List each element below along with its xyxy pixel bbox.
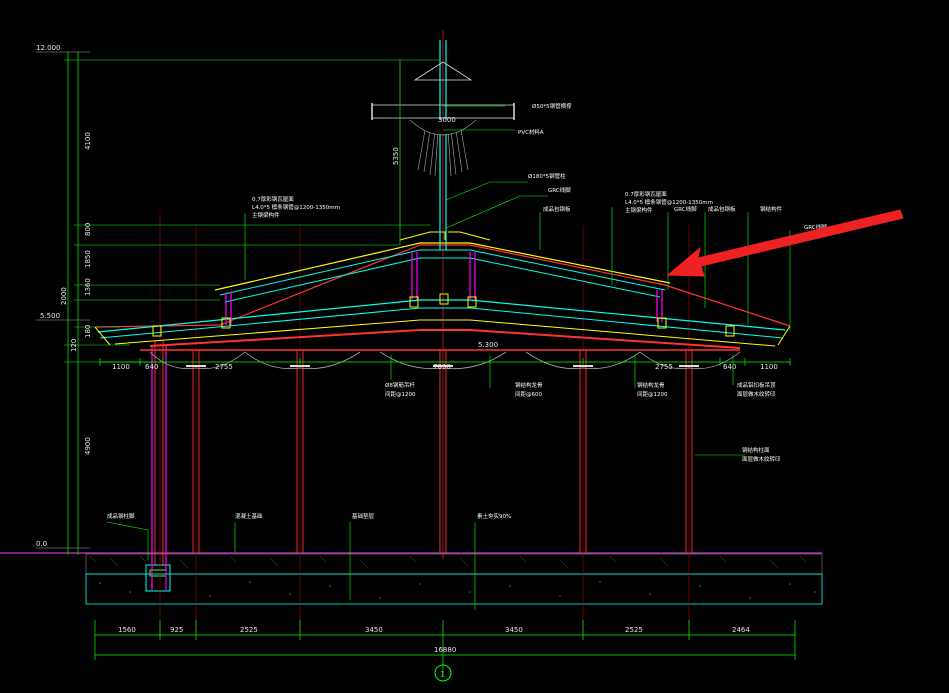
level-ceiling: 5.300 xyxy=(478,341,498,349)
svg-text:Ø50*5钢管横撑: Ø50*5钢管横撑 xyxy=(532,102,572,110)
svg-text:3000: 3000 xyxy=(438,116,456,124)
svg-text:主钢梁构件: 主钢梁构件 xyxy=(625,206,653,214)
svg-text:1100: 1100 xyxy=(112,363,130,371)
level-eave: 5.500 xyxy=(40,312,60,320)
svg-text:120: 120 xyxy=(70,339,78,352)
svg-text:4100: 4100 xyxy=(84,132,92,150)
svg-text:基础垫层: 基础垫层 xyxy=(352,512,375,520)
roof-structure xyxy=(94,231,791,351)
svg-text:Ø8钢筋吊杆: Ø8钢筋吊杆 xyxy=(385,381,415,389)
svg-text:钢结构件: 钢结构件 xyxy=(760,205,783,213)
level-top: 12.000 xyxy=(36,44,61,52)
bottom-dim-row: 1560 925 2525 3450 3450 2525 2464 16880 xyxy=(94,620,796,675)
central-mast xyxy=(371,30,515,560)
svg-text:混凝土基础: 混凝土基础 xyxy=(235,512,263,520)
level-markers: 12.000 5.500 5.300 0.0 xyxy=(36,44,498,549)
svg-text:180: 180 xyxy=(84,325,92,338)
svg-text:2755: 2755 xyxy=(655,363,673,371)
svg-text:2464: 2464 xyxy=(732,626,750,634)
svg-text:1360: 1360 xyxy=(84,278,92,296)
axis-label: 1 xyxy=(440,670,445,679)
total-dimension: 16880 xyxy=(434,646,456,654)
svg-text:0.7厚彩钢瓦屋面: 0.7厚彩钢瓦屋面 xyxy=(625,190,667,198)
svg-text:3450: 3450 xyxy=(505,626,523,634)
vertical-dim-texts: 4100 800 1850 1360 2000 180 120 4900 535… xyxy=(60,116,456,455)
svg-text:成品包钢板: 成品包钢板 xyxy=(708,205,736,213)
svg-text:成品钢柱脚: 成品钢柱脚 xyxy=(107,512,135,520)
leader-lines xyxy=(106,105,791,610)
svg-text:5350: 5350 xyxy=(392,147,400,165)
svg-text:GRC线脚: GRC线脚 xyxy=(674,205,697,213)
svg-text:4900: 4900 xyxy=(84,437,92,455)
svg-text:2000: 2000 xyxy=(60,287,68,305)
svg-text:钢结构龙骨: 钢结构龙骨 xyxy=(515,381,543,389)
svg-text:面层做木纹转印: 面层做木纹转印 xyxy=(737,390,776,398)
svg-text:2755: 2755 xyxy=(215,363,233,371)
svg-text:素土夯实90%: 素土夯实90% xyxy=(477,512,511,520)
svg-text:L4.0*5 檩条钢管@1200-1350mm: L4.0*5 檩条钢管@1200-1350mm xyxy=(252,203,340,211)
svg-text:7890: 7890 xyxy=(433,363,451,371)
svg-text:钢结构龙骨: 钢结构龙骨 xyxy=(637,381,665,389)
level-ground: 0.0 xyxy=(36,540,47,548)
svg-text:3450: 3450 xyxy=(365,626,383,634)
svg-text:0.7厚彩钢瓦屋面: 0.7厚彩钢瓦屋面 xyxy=(252,195,294,203)
ground-foundation xyxy=(0,552,823,605)
columns xyxy=(154,340,693,566)
svg-text:成品铝扣板吊顶: 成品铝扣板吊顶 xyxy=(737,381,776,389)
svg-text:800: 800 xyxy=(84,223,92,236)
svg-text:925: 925 xyxy=(170,626,183,634)
svg-text:Ø180*5钢管柱: Ø180*5钢管柱 xyxy=(528,172,566,180)
svg-text:1850: 1850 xyxy=(84,250,92,268)
grid-guides xyxy=(159,210,690,640)
roof-posts xyxy=(225,252,663,325)
svg-text:GRC线脚: GRC线脚 xyxy=(548,186,571,194)
svg-text:主钢梁构件: 主钢梁构件 xyxy=(252,211,280,219)
svg-text:2525: 2525 xyxy=(240,626,258,634)
svg-text:L4.0*5 檩条钢管@1200-1350mm: L4.0*5 檩条钢管@1200-1350mm xyxy=(625,198,713,206)
svg-text:640: 640 xyxy=(145,363,158,371)
red-arrow-callout xyxy=(666,209,904,277)
svg-text:间距@600: 间距@600 xyxy=(515,390,542,398)
svg-text:间距@1200: 间距@1200 xyxy=(385,390,416,398)
svg-text:PVC材料A: PVC材料A xyxy=(518,128,544,136)
svg-text:成品包钢板: 成品包钢板 xyxy=(543,205,571,213)
svg-text:面层做木纹转印: 面层做木纹转印 xyxy=(742,455,781,463)
svg-text:2525: 2525 xyxy=(625,626,643,634)
cad-section-drawing: 12.000 5.500 5.300 0.0 4100 800 1850 136… xyxy=(0,30,904,682)
svg-text:1100: 1100 xyxy=(760,363,778,371)
svg-text:640: 640 xyxy=(723,363,736,371)
svg-text:间距@1200: 间距@1200 xyxy=(637,390,668,398)
svg-text:1560: 1560 xyxy=(118,626,136,634)
svg-text:钢结构柱面: 钢结构柱面 xyxy=(742,446,770,454)
